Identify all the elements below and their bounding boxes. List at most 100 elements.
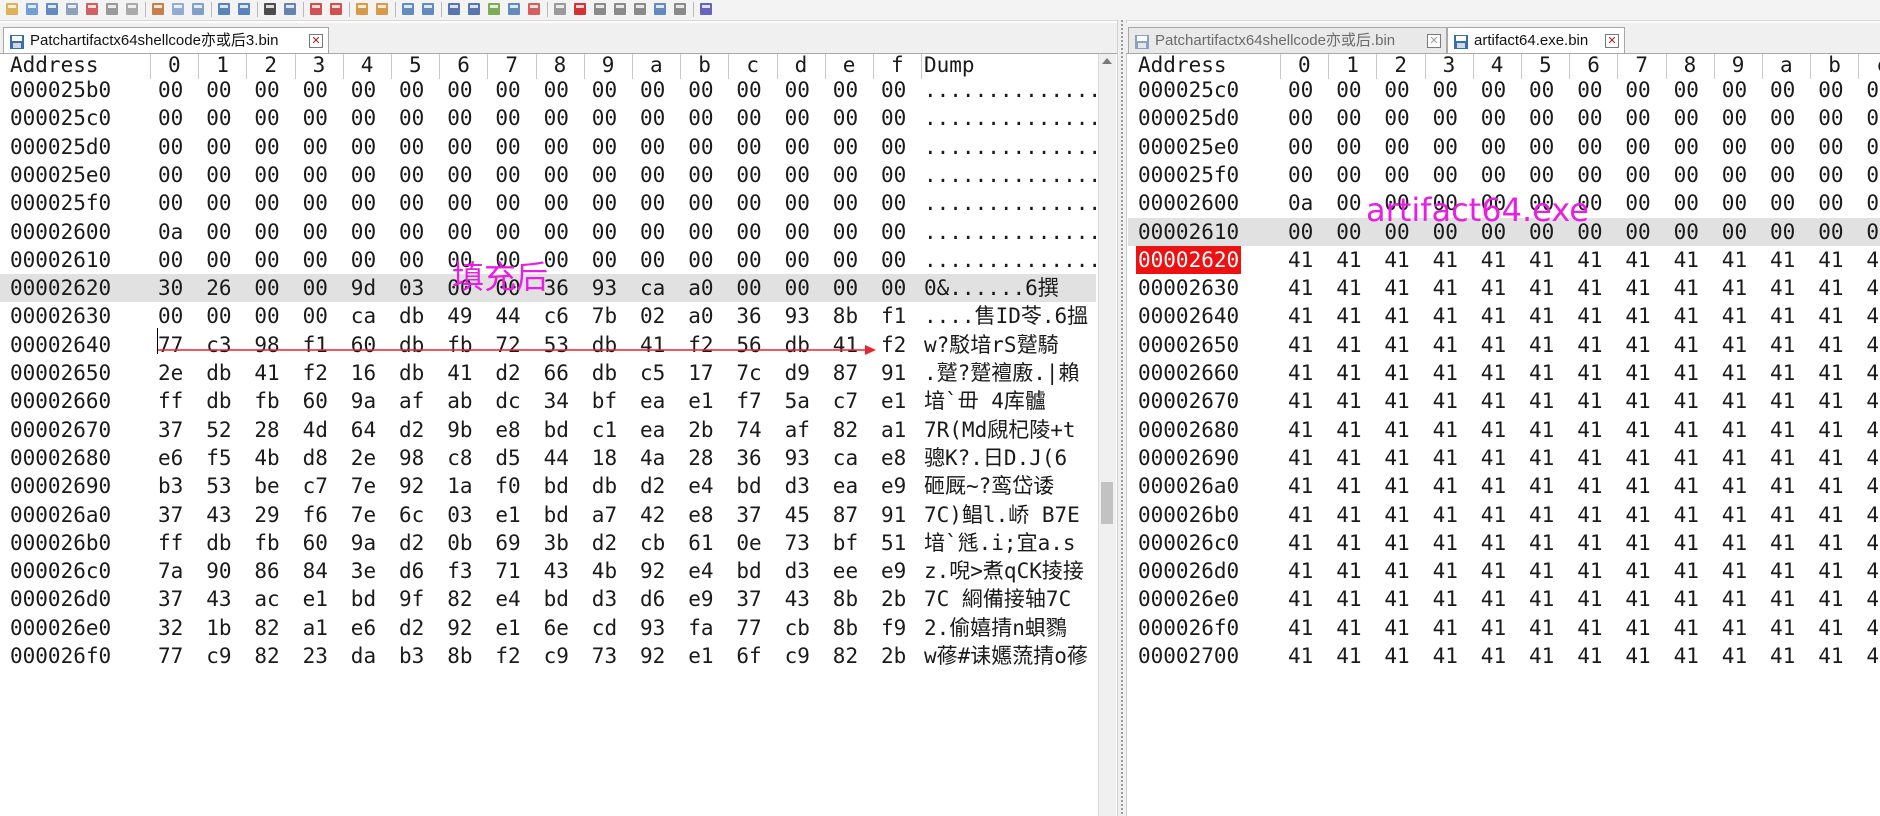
hex-byte[interactable]: 41 bbox=[1818, 416, 1843, 444]
hex-byte[interactable]: 00 bbox=[785, 246, 810, 274]
hex-byte[interactable]: 41 bbox=[1722, 416, 1747, 444]
hex-byte[interactable]: 00 bbox=[158, 76, 183, 104]
hex-byte[interactable]: 7b bbox=[592, 302, 617, 330]
tab-right-patch-file[interactable]: Patchartifactx64shellcode亦或后.bin ✕ bbox=[1128, 27, 1447, 53]
hex-byte[interactable]: a1 bbox=[303, 614, 328, 642]
hex-byte[interactable]: e4 bbox=[688, 557, 713, 585]
hex-byte[interactable]: 00 bbox=[1384, 104, 1409, 132]
undo-icon[interactable] bbox=[216, 1, 232, 17]
hex-byte[interactable]: 41 bbox=[1722, 501, 1747, 529]
hex-byte[interactable]: a0 bbox=[688, 274, 713, 302]
hex-byte[interactable]: 41 bbox=[1770, 472, 1795, 500]
hex-byte[interactable]: db bbox=[206, 529, 231, 557]
hex-byte[interactable]: 00 bbox=[1433, 133, 1458, 161]
hex-byte[interactable]: 41 bbox=[1722, 642, 1747, 670]
hex-byte[interactable]: 00 bbox=[1288, 161, 1313, 189]
hex-byte[interactable]: db bbox=[592, 472, 617, 500]
ascii-dump[interactable]: z.唲>煮qCK掕接 bbox=[924, 557, 1096, 585]
hex-byte[interactable]: be bbox=[254, 472, 279, 500]
save-all-icon[interactable] bbox=[64, 1, 80, 17]
hex-byte[interactable]: bd bbox=[351, 585, 376, 613]
hex-byte[interactable]: 00 bbox=[1674, 133, 1699, 161]
hex-byte[interactable]: 41 bbox=[1288, 557, 1313, 585]
hex-byte[interactable]: 41 bbox=[1625, 246, 1650, 274]
hex-byte[interactable]: 41 bbox=[1625, 359, 1650, 387]
hex-byte[interactable]: 00 bbox=[544, 189, 569, 217]
hex-byte[interactable]: 37 bbox=[158, 585, 183, 613]
hex-byte[interactable]: 41 bbox=[1818, 387, 1843, 415]
hex-byte[interactable]: 43 bbox=[785, 585, 810, 613]
hex-byte[interactable]: da bbox=[351, 642, 376, 670]
export-icon[interactable] bbox=[506, 1, 522, 17]
ascii-dump[interactable]: .蹵?蹵襢廒.|賴 bbox=[924, 359, 1096, 387]
hex-row[interactable]: 000025d0 00 00 00 00 00 00 00 00 00 00 00 00 00 bbox=[1128, 104, 1880, 132]
hex-byte[interactable]: 41 bbox=[1336, 472, 1361, 500]
ascii-dump[interactable]: 0&......6撰 bbox=[924, 274, 1096, 302]
hex-byte[interactable]: 41 bbox=[1577, 529, 1602, 557]
hex-byte[interactable]: e4 bbox=[688, 472, 713, 500]
hex-byte[interactable]: 41 bbox=[1674, 274, 1699, 302]
hex-byte[interactable]: 42 bbox=[640, 501, 665, 529]
hex-byte[interactable]: 00 bbox=[544, 76, 569, 104]
hex-byte[interactable]: 41 bbox=[1770, 359, 1795, 387]
hex-byte[interactable]: 41 bbox=[1674, 642, 1699, 670]
hex-byte[interactable]: 41 bbox=[1336, 416, 1361, 444]
hex-byte[interactable]: 41 bbox=[1384, 501, 1409, 529]
hex-byte[interactable]: 00 bbox=[785, 104, 810, 132]
hex-byte[interactable]: 41 bbox=[1770, 614, 1795, 642]
hex-byte[interactable]: 4d bbox=[303, 416, 328, 444]
hex-byte[interactable]: 41 bbox=[1288, 642, 1313, 670]
hex-byte[interactable]: 41 bbox=[1529, 614, 1554, 642]
hex-byte[interactable]: 41 bbox=[1577, 614, 1602, 642]
hex-byte[interactable]: 41 bbox=[1433, 331, 1458, 359]
hex-byte[interactable]: ea bbox=[640, 387, 665, 415]
hex-byte[interactable]: ab bbox=[447, 387, 472, 415]
hex-row[interactable]: 000026f0 41 41 41 41 41 41 41 41 41 41 41 41 41 bbox=[1128, 614, 1880, 642]
hex-byte[interactable]: 00 bbox=[1722, 76, 1747, 104]
hex-byte[interactable]: 00 bbox=[736, 246, 761, 274]
hex-byte[interactable]: db bbox=[399, 359, 424, 387]
hex-byte[interactable]: d2 bbox=[399, 529, 424, 557]
hex-byte[interactable]: c1 bbox=[592, 416, 617, 444]
hex-byte[interactable]: 41 bbox=[1770, 416, 1795, 444]
hex-byte[interactable]: dc bbox=[495, 387, 520, 415]
hex-byte[interactable]: e9 bbox=[881, 472, 906, 500]
hex-byte[interactable]: f7 bbox=[736, 387, 761, 415]
hex-byte[interactable]: 00 bbox=[1384, 161, 1409, 189]
hex-byte[interactable]: 77 bbox=[158, 642, 183, 670]
hex-byte[interactable]: 00 bbox=[736, 218, 761, 246]
hex-byte[interactable]: 00 bbox=[881, 104, 906, 132]
hex-byte[interactable]: 00 bbox=[495, 161, 520, 189]
hex-byte[interactable]: 41 bbox=[1433, 444, 1458, 472]
hex-byte[interactable]: ca bbox=[351, 302, 376, 330]
hex-byte[interactable]: 00 bbox=[1674, 161, 1699, 189]
hex-byte[interactable]: 00 bbox=[833, 274, 858, 302]
hex-row[interactable]: 000025c0 00 00 00 00 00 00 00 00 00 00 00 00 00 bbox=[1128, 76, 1880, 104]
hex-byte[interactable]: 00 bbox=[447, 133, 472, 161]
hex-byte[interactable]: 41 bbox=[1770, 302, 1795, 330]
hex-row[interactable]: 000026b0 ff db fb 60 9a d2 0b 69 3b d2 cb 61 0e 73 bf 51… bbox=[0, 529, 1096, 557]
hex-byte[interactable]: e9 bbox=[688, 585, 713, 613]
hex-byte[interactable]: 00 bbox=[833, 189, 858, 217]
hex-row[interactable]: 00002620 41 41 41 41 41 41 41 41 41 41 41 41 41 bbox=[1128, 245, 1880, 274]
hex-byte[interactable]: 00 bbox=[254, 161, 279, 189]
ascii-dump[interactable]: w?駁堷rS蹵騎 bbox=[924, 331, 1096, 359]
hex-byte[interactable]: 41 bbox=[1818, 246, 1843, 274]
hex-byte[interactable]: 00 bbox=[544, 104, 569, 132]
hex-byte[interactable]: 41 bbox=[1529, 444, 1554, 472]
hex-byte[interactable]: 41 bbox=[1674, 529, 1699, 557]
hex-byte[interactable]: 41 bbox=[1722, 387, 1747, 415]
hex-byte[interactable]: 77 bbox=[736, 614, 761, 642]
hex-byte[interactable]: 00 bbox=[688, 76, 713, 104]
hex-byte[interactable]: 41 bbox=[1336, 387, 1361, 415]
hex-byte[interactable]: 00 bbox=[158, 133, 183, 161]
hex-byte[interactable]: 32 bbox=[158, 614, 183, 642]
hex-byte[interactable]: 41 bbox=[1433, 557, 1458, 585]
hex-byte[interactable]: 00 bbox=[1529, 104, 1554, 132]
hex-row[interactable]: 00002630 00 00 00 00 ca db 49 44 c6 7b 02 a0 36 93 8b f1… bbox=[0, 302, 1096, 330]
hex-byte[interactable]: bd bbox=[544, 416, 569, 444]
hex-byte[interactable]: 41 bbox=[1577, 416, 1602, 444]
hex-byte[interactable]: 41 bbox=[1866, 585, 1880, 613]
hex-byte[interactable]: 41 bbox=[1433, 642, 1458, 670]
template-icon[interactable] bbox=[486, 1, 502, 17]
